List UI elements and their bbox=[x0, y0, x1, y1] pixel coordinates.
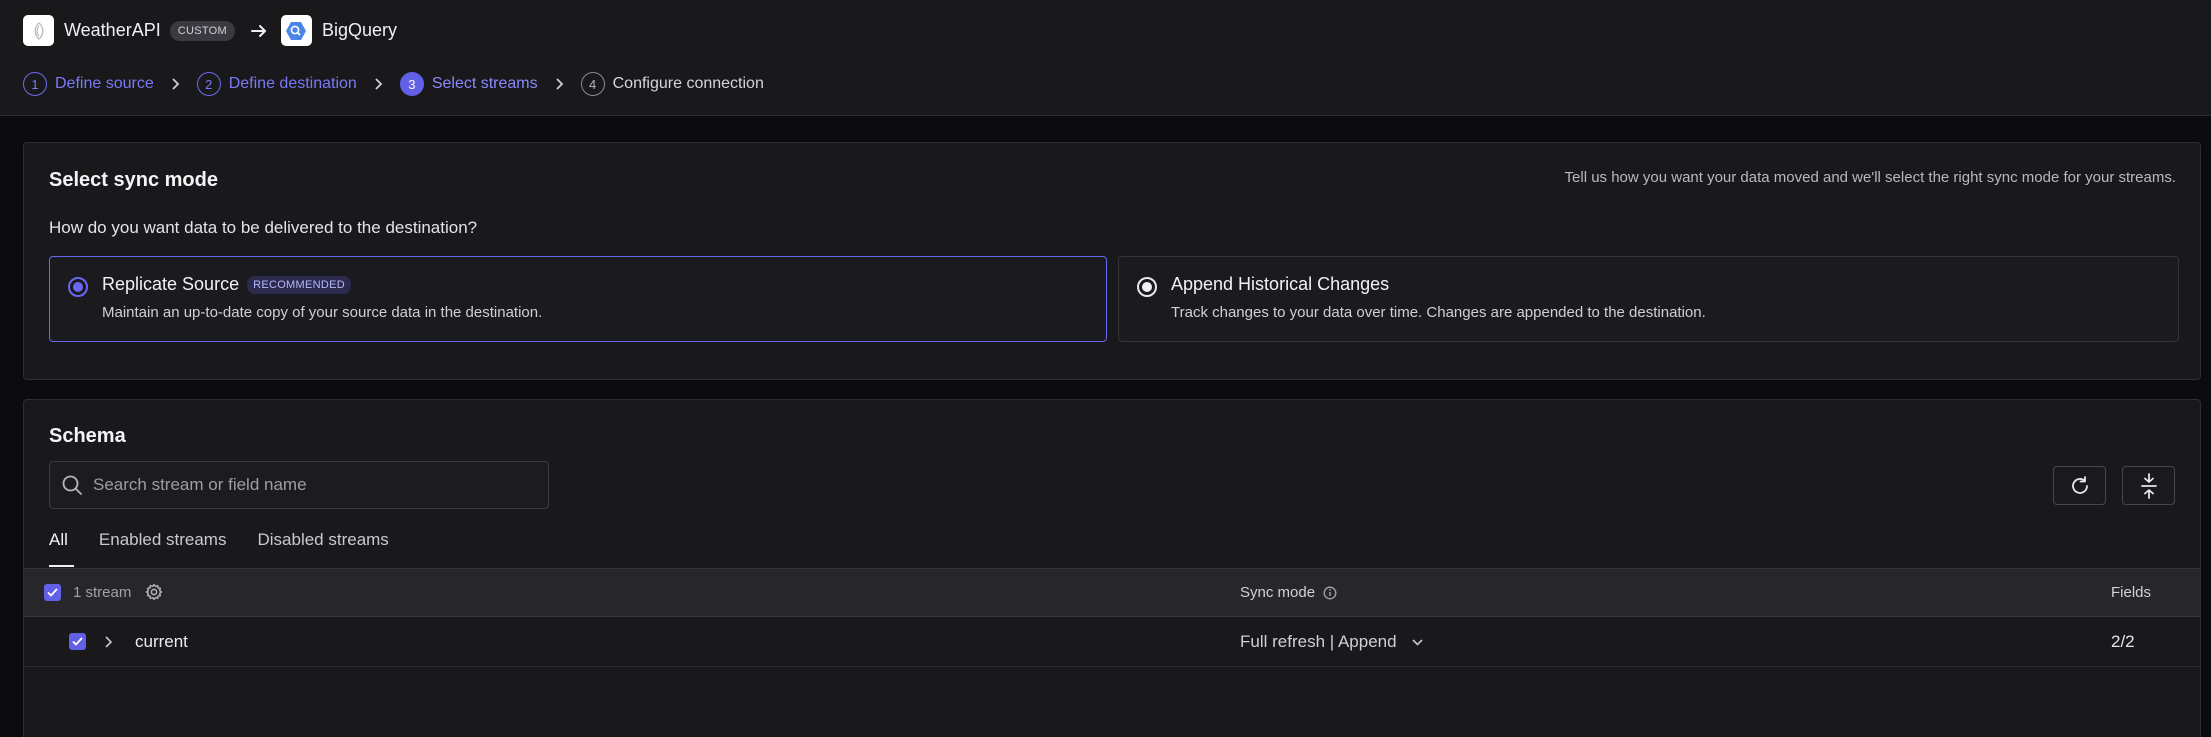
option-description: Track changes to your data over time. Ch… bbox=[1171, 304, 1706, 321]
chevron-right-icon bbox=[555, 77, 564, 91]
step-number: 2 bbox=[196, 72, 221, 96]
field-count: 2/2 bbox=[2111, 632, 2135, 651]
chevron-right-icon bbox=[171, 77, 180, 91]
checkmark-icon bbox=[47, 588, 58, 597]
sync-mode-header: Sync mode bbox=[1240, 584, 1337, 601]
sync-mode-card: Select sync mode Tell us how you want yo… bbox=[23, 142, 2201, 380]
step-configure-connection: 4 Configure connection bbox=[580, 72, 764, 96]
stream-tabs: All Enabled streams Disabled streams bbox=[49, 530, 420, 567]
stream-enabled-checkbox[interactable] bbox=[69, 633, 86, 650]
step-number: 4 bbox=[580, 72, 605, 96]
table-header: 1 stream Sync mode Fields bbox=[24, 568, 2200, 617]
info-icon[interactable] bbox=[1323, 586, 1337, 600]
option-title-text: Replicate Source bbox=[102, 274, 240, 294]
chevron-right-icon bbox=[374, 77, 383, 91]
stream-name: current bbox=[135, 632, 188, 651]
radio-unselected[interactable] bbox=[1137, 277, 1157, 297]
tab-disabled-streams[interactable]: Disabled streams bbox=[257, 530, 388, 567]
option-title: Append Historical Changes bbox=[1171, 274, 1389, 295]
table-row: current Full refresh | Append 2/2 bbox=[24, 617, 2200, 667]
sync-mode-header-label: Sync mode bbox=[1240, 584, 1316, 601]
refresh-schema-button[interactable] bbox=[2053, 466, 2106, 505]
source-name[interactable]: WeatherAPI bbox=[64, 20, 161, 41]
sync-mode-value: Full refresh | Append bbox=[1240, 632, 1397, 651]
refresh-icon bbox=[2071, 475, 2088, 494]
search-input[interactable] bbox=[93, 475, 513, 495]
recommended-badge: RECOMMENDED bbox=[247, 275, 351, 294]
chevron-down-icon bbox=[1411, 638, 1423, 646]
checkmark-icon bbox=[72, 637, 83, 646]
stream-count: 1 stream bbox=[73, 584, 132, 601]
tab-enabled-streams[interactable]: Enabled streams bbox=[99, 530, 227, 567]
destination-name[interactable]: BigQuery bbox=[322, 20, 397, 41]
search-field[interactable] bbox=[49, 461, 549, 509]
sync-mode-dropdown[interactable]: Full refresh | Append bbox=[1240, 632, 1424, 652]
arrow-right-icon bbox=[250, 24, 267, 38]
connection-header: WeatherAPI CUSTOM BigQuery 1 Define sour… bbox=[0, 0, 2211, 116]
schema-title: Schema bbox=[49, 425, 126, 447]
step-breadcrumb: 1 Define source 2 Define destination 3 S… bbox=[23, 71, 764, 97]
sync-mode-title: Select sync mode bbox=[49, 169, 218, 191]
bigquery-logo-icon bbox=[280, 15, 312, 46]
sync-mode-question: How do you want data to be delivered to … bbox=[49, 218, 478, 237]
step-define-source[interactable]: 1 Define source bbox=[23, 72, 154, 96]
custom-badge: CUSTOM bbox=[169, 20, 235, 41]
fields-header: Fields bbox=[2111, 584, 2152, 601]
step-number: 3 bbox=[399, 72, 424, 96]
search-icon bbox=[61, 474, 83, 496]
expand-chevron-icon[interactable] bbox=[104, 634, 113, 654]
step-label: Define destination bbox=[228, 75, 357, 92]
step-label: Configure connection bbox=[612, 75, 764, 92]
option-title: Replicate Source RECOMMENDED bbox=[102, 274, 351, 295]
step-select-streams[interactable]: 3 Select streams bbox=[399, 72, 538, 96]
source-logo-icon bbox=[23, 15, 54, 46]
step-number: 1 bbox=[23, 72, 47, 96]
connection-summary: WeatherAPI CUSTOM BigQuery bbox=[23, 15, 397, 46]
gear-icon[interactable] bbox=[145, 583, 163, 605]
tab-all[interactable]: All bbox=[49, 530, 74, 567]
replicate-source-option[interactable]: Replicate Source RECOMMENDED Maintain an… bbox=[49, 256, 1107, 342]
select-all-checkbox[interactable] bbox=[44, 584, 61, 601]
schema-card: Schema All Enabled streams Disabled stre… bbox=[23, 399, 2201, 737]
collapse-icon bbox=[2140, 472, 2157, 499]
option-title-text: Append Historical Changes bbox=[1171, 274, 1390, 294]
sync-mode-hint: Tell us how you want your data moved and… bbox=[1564, 169, 2176, 186]
option-description: Maintain an up-to-date copy of your sour… bbox=[102, 304, 543, 321]
collapse-all-button[interactable] bbox=[2122, 466, 2175, 505]
step-define-destination[interactable]: 2 Define destination bbox=[196, 72, 357, 96]
radio-selected[interactable] bbox=[68, 277, 88, 297]
step-label: Select streams bbox=[431, 75, 538, 92]
append-historical-option[interactable]: Append Historical Changes Track changes … bbox=[1118, 256, 2179, 342]
step-label: Define source bbox=[55, 75, 154, 92]
